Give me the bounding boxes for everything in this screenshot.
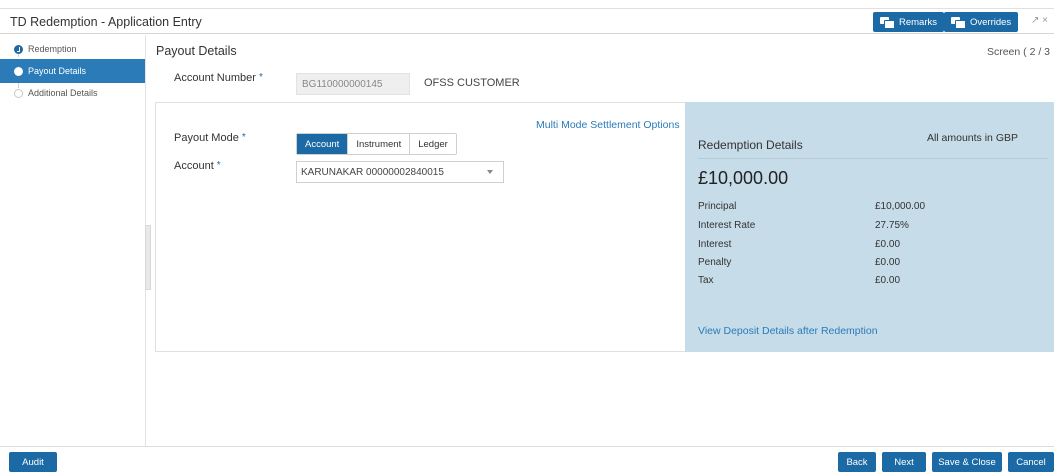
summary-row-principal: Principal £10,000.00 (698, 201, 926, 212)
step-payout-details[interactable]: Payout Details (0, 59, 145, 83)
save-close-button[interactable]: Save & Close (932, 452, 1002, 472)
account-select-value: KARUNAKAR 00000002840015 (301, 167, 444, 178)
cancel-button[interactable]: Cancel (1008, 452, 1054, 472)
footer-bar: Audit Back Next Save & Close Cancel (0, 446, 1054, 474)
currency-note: All amounts in GBP (926, 132, 1018, 144)
step-label: Payout Details (28, 66, 87, 76)
redemption-total: £10,000.00 (698, 168, 789, 188)
account-number-label: Account Number * (174, 72, 263, 84)
account-label: Account * (174, 160, 221, 172)
next-button[interactable]: Next (882, 452, 926, 472)
summary-row-penalty: Penalty £0.00 (698, 257, 901, 268)
view-deposit-details-link[interactable]: View Deposit Details after Redemption (698, 325, 878, 337)
overrides-button[interactable]: Overrides (944, 12, 1019, 32)
step-additional-details[interactable]: Additional Details (0, 83, 145, 103)
customer-name: OFSS CUSTOMER (424, 77, 520, 89)
chat-icon (951, 16, 966, 29)
sidebar-collapse-handle[interactable] (145, 225, 151, 290)
payout-mode-account[interactable]: Account (297, 134, 349, 154)
section-title: Payout Details (156, 44, 237, 58)
payout-mode-instrument[interactable]: Instrument (348, 134, 411, 154)
account-number-field[interactable]: BG110000000145 (296, 73, 410, 95)
payout-mode-ledger[interactable]: Ledger (410, 134, 456, 154)
remarks-label: Remarks (899, 16, 938, 28)
summary-row-interest: Interest £0.00 (698, 239, 901, 250)
top-strip (0, 0, 1054, 8)
check-icon (14, 45, 23, 54)
required-marker: * (241, 132, 246, 143)
divider (698, 158, 1048, 159)
payout-mode-label: Payout Mode * (174, 132, 246, 144)
account-select[interactable]: KARUNAKAR 00000002840015 (296, 161, 504, 183)
required-marker: * (258, 72, 263, 83)
required-marker: * (216, 160, 221, 171)
remarks-button[interactable]: Remarks (873, 12, 945, 32)
summary-row-tax: Tax £0.00 (698, 275, 901, 286)
title-bar: TD Redemption - Application Entry Remark… (0, 8, 1054, 34)
chevron-down-icon (487, 170, 493, 174)
back-button[interactable]: Back (838, 452, 876, 472)
overrides-label: Overrides (970, 16, 1012, 28)
window-title: TD Redemption - Application Entry (10, 15, 202, 29)
window-controls[interactable]: ↗ × (1031, 15, 1048, 26)
audit-button[interactable]: Audit (9, 452, 57, 472)
step-sidebar: Redemption Payout Details Additional Det… (0, 35, 146, 446)
step-redemption[interactable]: Redemption (0, 39, 145, 59)
step-label: Redemption (28, 44, 77, 54)
chat-icon (880, 16, 895, 29)
step-label: Additional Details (28, 88, 98, 98)
screen-indicator: Screen ( 2 / 3 (986, 46, 1050, 58)
payout-mode-toggle: Account Instrument Ledger (296, 133, 457, 155)
current-step-icon (14, 67, 23, 76)
summary-row-interest-rate: Interest Rate 27.75% (698, 220, 909, 231)
multi-mode-settlement-link[interactable]: Multi Mode Settlement Options (536, 119, 680, 131)
redemption-summary: All amounts in GBP Redemption Details £1… (685, 102, 1054, 352)
redemption-title: Redemption Details (698, 138, 803, 152)
pending-step-icon (14, 89, 23, 98)
